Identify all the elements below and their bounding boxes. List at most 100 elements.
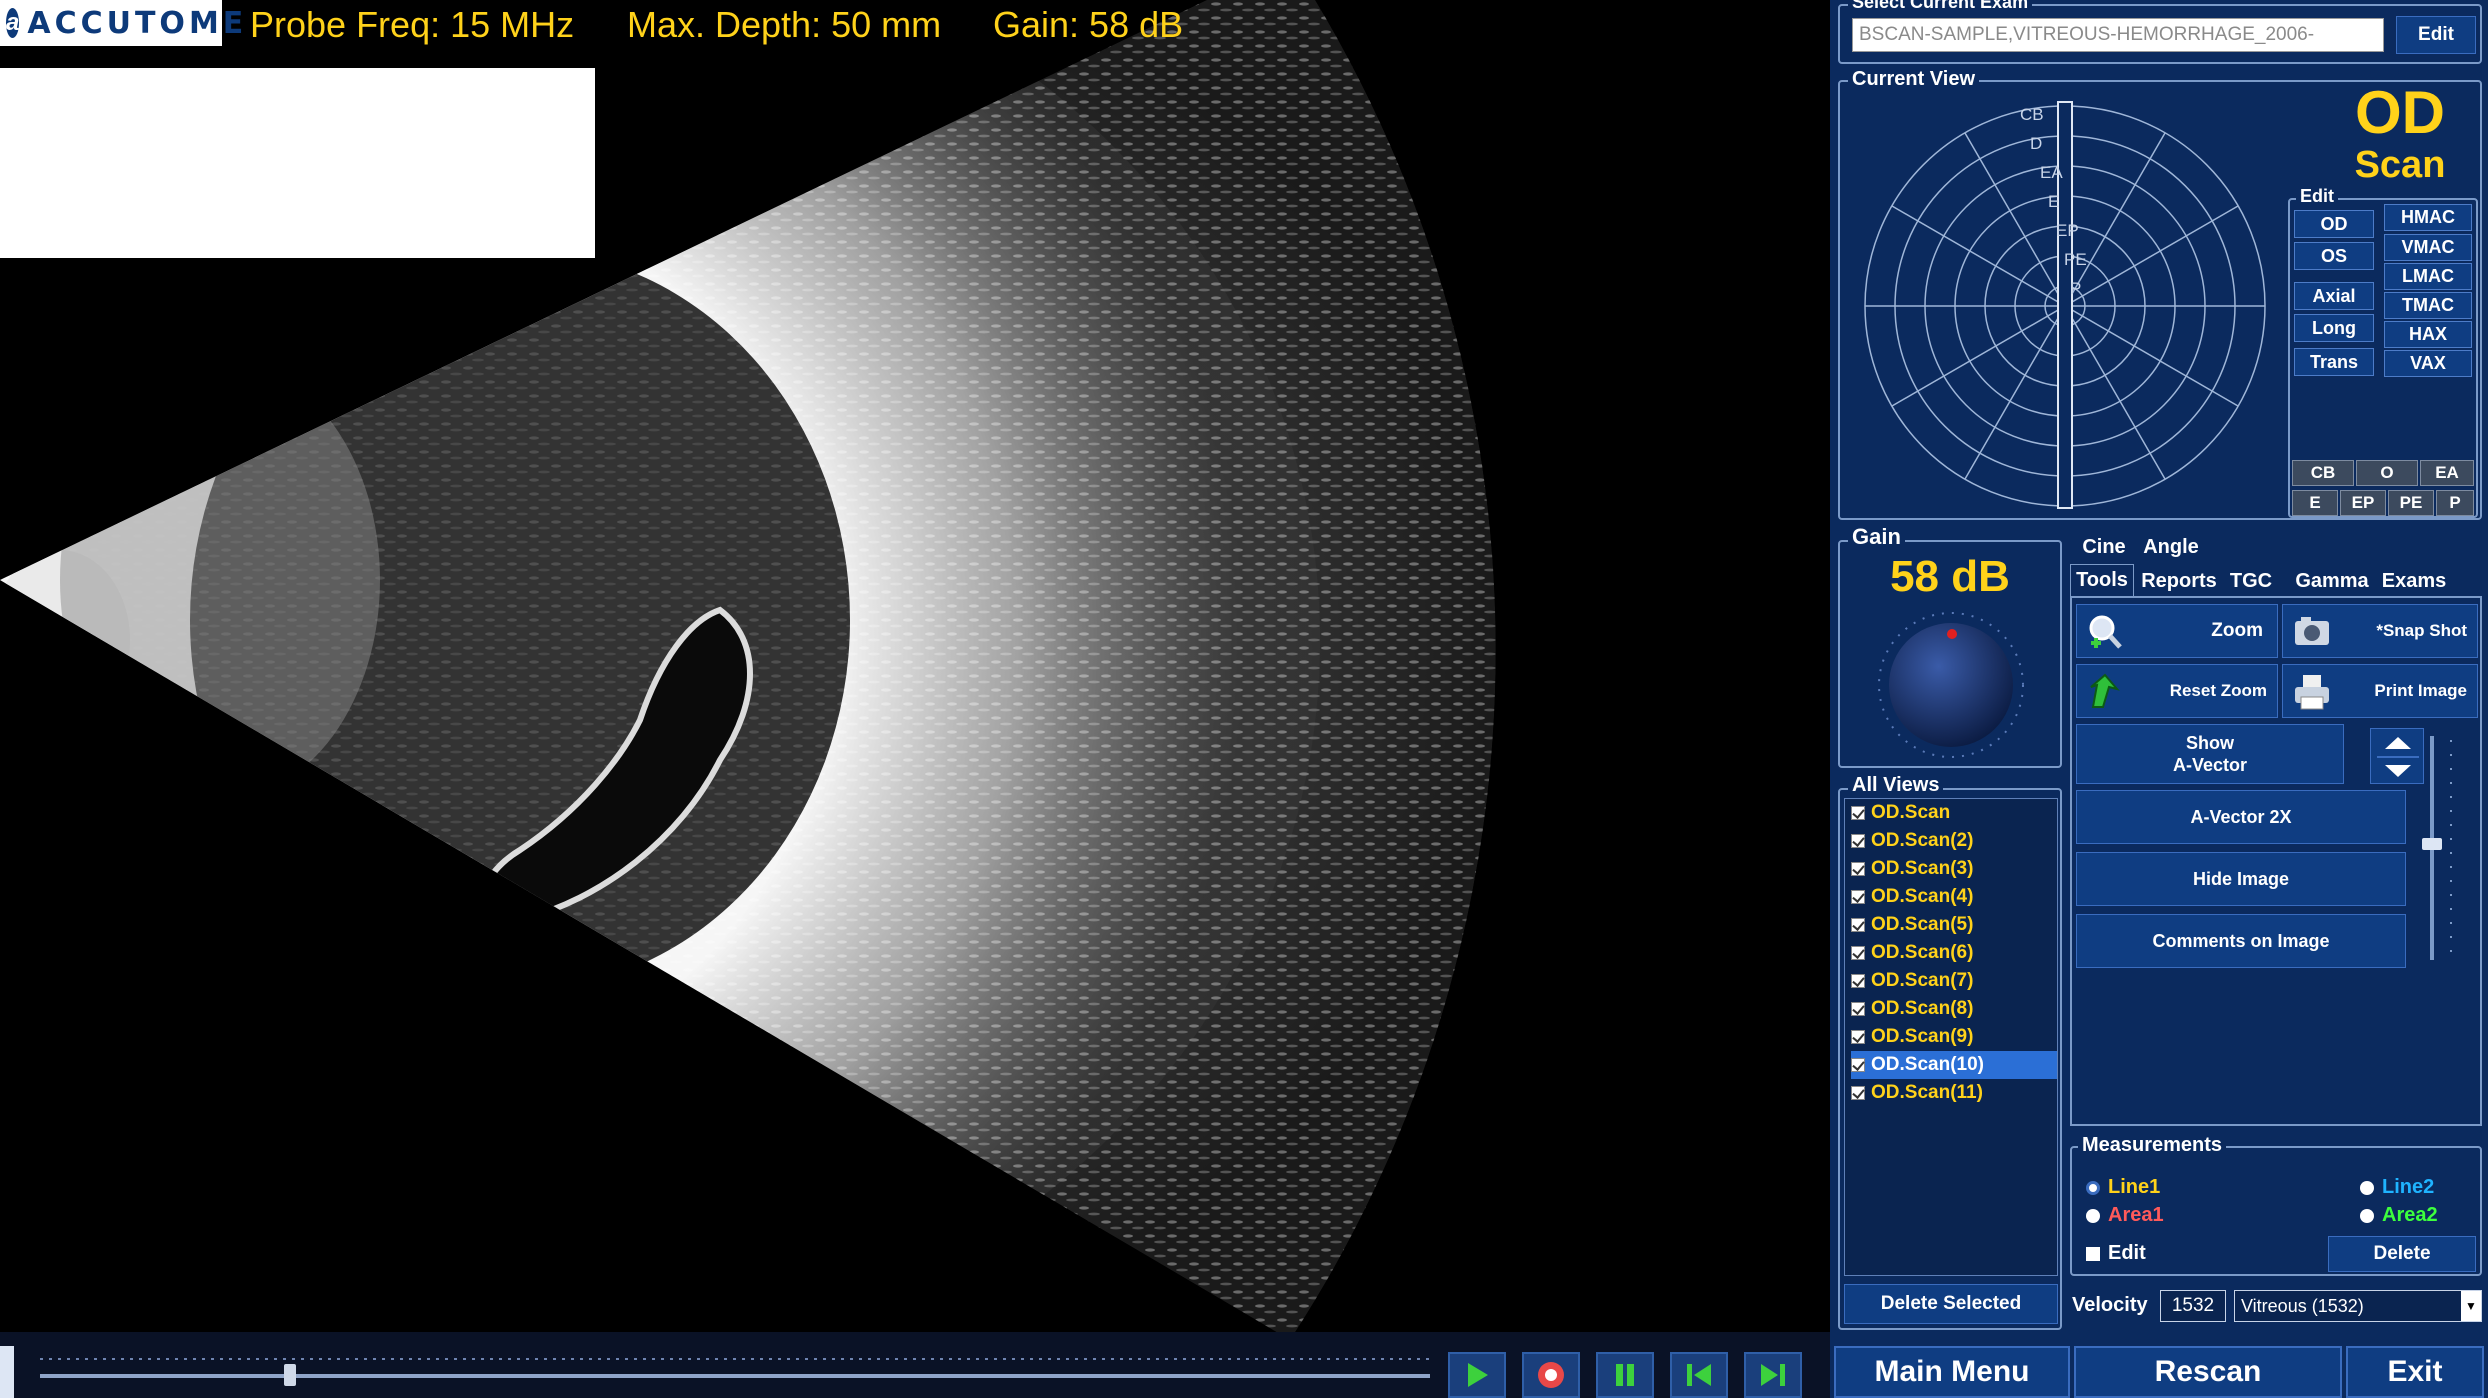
list-item[interactable]: OD.Scan(3) bbox=[1851, 855, 2057, 883]
line1-option[interactable]: Line1 bbox=[2086, 1176, 2160, 1199]
arrow-up-icon[interactable] bbox=[2385, 737, 2411, 749]
tab-cine[interactable]: Cine bbox=[2074, 532, 2134, 562]
arrow-down-icon[interactable] bbox=[2385, 765, 2411, 777]
gain-knob[interactable] bbox=[1876, 610, 2026, 760]
gain-readout: Gain: 58 dB bbox=[993, 4, 1184, 45]
list-item[interactable]: OD.Scan(7) bbox=[1851, 967, 2057, 995]
avector-stepper bbox=[2370, 728, 2424, 784]
checkbox-icon[interactable] bbox=[1851, 1086, 1865, 1100]
checkbox-icon[interactable] bbox=[1851, 862, 1865, 876]
radio-icon[interactable] bbox=[2086, 1208, 2100, 1223]
step-forward-icon bbox=[1761, 1364, 1785, 1386]
area2-option[interactable]: Area2 bbox=[2360, 1204, 2438, 1227]
checkbox-icon[interactable] bbox=[1851, 834, 1865, 848]
clock-button-p[interactable]: P bbox=[2436, 490, 2474, 516]
area1-option[interactable]: Area1 bbox=[2086, 1204, 2164, 1227]
tmac-button[interactable]: TMAC bbox=[2384, 292, 2472, 319]
list-item[interactable]: OD.Scan(9) bbox=[1851, 1023, 2057, 1051]
checkbox-icon[interactable] bbox=[1851, 946, 1865, 960]
print-image-label: Print Image bbox=[2374, 681, 2467, 700]
long-button[interactable]: Long bbox=[2294, 314, 2374, 342]
tab-gamma[interactable]: Gamma bbox=[2290, 566, 2374, 596]
timeline-slider-thumb[interactable] bbox=[284, 1364, 297, 1386]
clock-button-pe[interactable]: PE bbox=[2388, 490, 2434, 516]
checkbox-icon[interactable] bbox=[1851, 1002, 1865, 1016]
play-icon bbox=[1468, 1363, 1488, 1387]
hide-image-button[interactable]: Hide Image bbox=[2076, 852, 2406, 906]
list-item[interactable]: OD.Scan(2) bbox=[1851, 827, 2057, 855]
accutome-logo-icon: a bbox=[6, 8, 20, 38]
snapshot-button[interactable]: *Snap Shot bbox=[2282, 604, 2478, 658]
list-item[interactable]: OD.Scan(11) bbox=[1851, 1079, 2057, 1107]
radio-icon[interactable] bbox=[2360, 1180, 2374, 1195]
clock-button-ep[interactable]: EP bbox=[2340, 490, 2386, 516]
timeline-left-handle[interactable] bbox=[0, 1346, 14, 1398]
checkbox-icon[interactable] bbox=[2086, 1246, 2100, 1261]
tab-tools[interactable]: Tools bbox=[2070, 564, 2134, 596]
axial-button[interactable]: Axial bbox=[2294, 282, 2374, 310]
list-item[interactable]: OD.Scan(4) bbox=[1851, 883, 2057, 911]
timeline-track[interactable] bbox=[40, 1374, 1430, 1378]
gain-group-title: Gain bbox=[1848, 524, 1905, 550]
clock-button-o[interactable]: O bbox=[2356, 460, 2418, 486]
measure-delete-button[interactable]: Delete bbox=[2328, 1236, 2476, 1272]
list-item[interactable]: OD.Scan(5) bbox=[1851, 911, 2057, 939]
tab-angle[interactable]: Angle bbox=[2136, 532, 2206, 562]
checkbox-icon[interactable] bbox=[1851, 1058, 1865, 1072]
pause-button[interactable] bbox=[1596, 1352, 1654, 1398]
hax-button[interactable]: HAX bbox=[2384, 321, 2472, 348]
clock-button-cb[interactable]: CB bbox=[2292, 460, 2354, 486]
velocity-input[interactable]: 1532 bbox=[2160, 1290, 2226, 1322]
line2-option[interactable]: Line2 bbox=[2360, 1176, 2434, 1199]
avector-2x-button[interactable]: A-Vector 2X bbox=[2076, 790, 2406, 844]
hmac-button[interactable]: HMAC bbox=[2384, 204, 2472, 231]
os-button[interactable]: OS bbox=[2294, 242, 2374, 270]
radio-selected-icon[interactable] bbox=[2086, 1180, 2100, 1195]
step-forward-button[interactable] bbox=[1744, 1352, 1802, 1398]
checkbox-icon[interactable] bbox=[1851, 974, 1865, 988]
measure-edit-option[interactable]: Edit bbox=[2086, 1242, 2146, 1265]
list-item[interactable]: OD.Scan(8) bbox=[1851, 995, 2057, 1023]
view-name: OD.Scan(9) bbox=[1871, 1026, 1974, 1047]
checkbox-icon[interactable] bbox=[1851, 918, 1865, 932]
rescan-button[interactable]: Rescan bbox=[2074, 1346, 2342, 1398]
exit-button[interactable]: Exit bbox=[2346, 1346, 2484, 1398]
tab-tgc[interactable]: TGC bbox=[2224, 566, 2278, 596]
velocity-preset-select[interactable]: Vitreous (1532) ▼ bbox=[2234, 1290, 2482, 1322]
exam-select[interactable]: BSCAN-SAMPLE,VITREOUS-HEMORRHAGE_2006- bbox=[1852, 18, 2384, 52]
print-image-button[interactable]: Print Image bbox=[2282, 664, 2478, 718]
exam-edit-button[interactable]: Edit bbox=[2396, 16, 2476, 54]
lmac-button[interactable]: LMAC bbox=[2384, 263, 2472, 290]
ultrasound-image-area[interactable]: a ACCUTOME Probe Freq: 15 MHz Max. Depth… bbox=[0, 0, 1830, 1332]
clock-button-ea[interactable]: EA bbox=[2420, 460, 2474, 486]
trans-button[interactable]: Trans bbox=[2294, 348, 2374, 376]
radio-icon[interactable] bbox=[2360, 1208, 2374, 1223]
measurements-title: Measurements bbox=[2078, 1134, 2227, 1157]
reset-zoom-button[interactable]: Reset Zoom bbox=[2076, 664, 2278, 718]
area2-label: Area2 bbox=[2382, 1204, 2438, 1226]
main-menu-button[interactable]: Main Menu bbox=[1834, 1346, 2070, 1398]
tab-reports[interactable]: Reports bbox=[2136, 566, 2222, 596]
od-button[interactable]: OD bbox=[2294, 210, 2374, 238]
comments-on-image-button[interactable]: Comments on Image bbox=[2076, 914, 2406, 968]
show-avector-button[interactable]: Show A-Vector bbox=[2076, 724, 2344, 784]
record-button[interactable] bbox=[1522, 1352, 1580, 1398]
play-button[interactable] bbox=[1448, 1352, 1506, 1398]
list-item[interactable]: OD.Scan(6) bbox=[1851, 939, 2057, 967]
checkbox-icon[interactable] bbox=[1851, 890, 1865, 904]
vax-button[interactable]: VAX bbox=[2384, 350, 2472, 377]
list-item[interactable]: OD.Scan bbox=[1851, 799, 2057, 827]
checkbox-icon[interactable] bbox=[1851, 1030, 1865, 1044]
checkbox-icon[interactable] bbox=[1851, 806, 1865, 820]
chevron-down-icon[interactable]: ▼ bbox=[2461, 1291, 2481, 1321]
view-edit-title: Edit bbox=[2296, 186, 2338, 207]
vmac-button[interactable]: VMAC bbox=[2384, 234, 2472, 261]
clock-button-e[interactable]: E bbox=[2292, 490, 2338, 516]
zoom-button[interactable]: Zoom bbox=[2076, 604, 2278, 658]
tab-exams[interactable]: Exams bbox=[2376, 566, 2452, 596]
avector-slider-thumb[interactable] bbox=[2422, 838, 2442, 850]
list-item-selected[interactable]: OD.Scan(10) bbox=[1851, 1051, 2057, 1079]
delete-selected-button[interactable]: Delete Selected bbox=[1844, 1284, 2058, 1324]
view-name: OD.Scan(7) bbox=[1871, 970, 1974, 991]
step-back-button[interactable] bbox=[1670, 1352, 1728, 1398]
